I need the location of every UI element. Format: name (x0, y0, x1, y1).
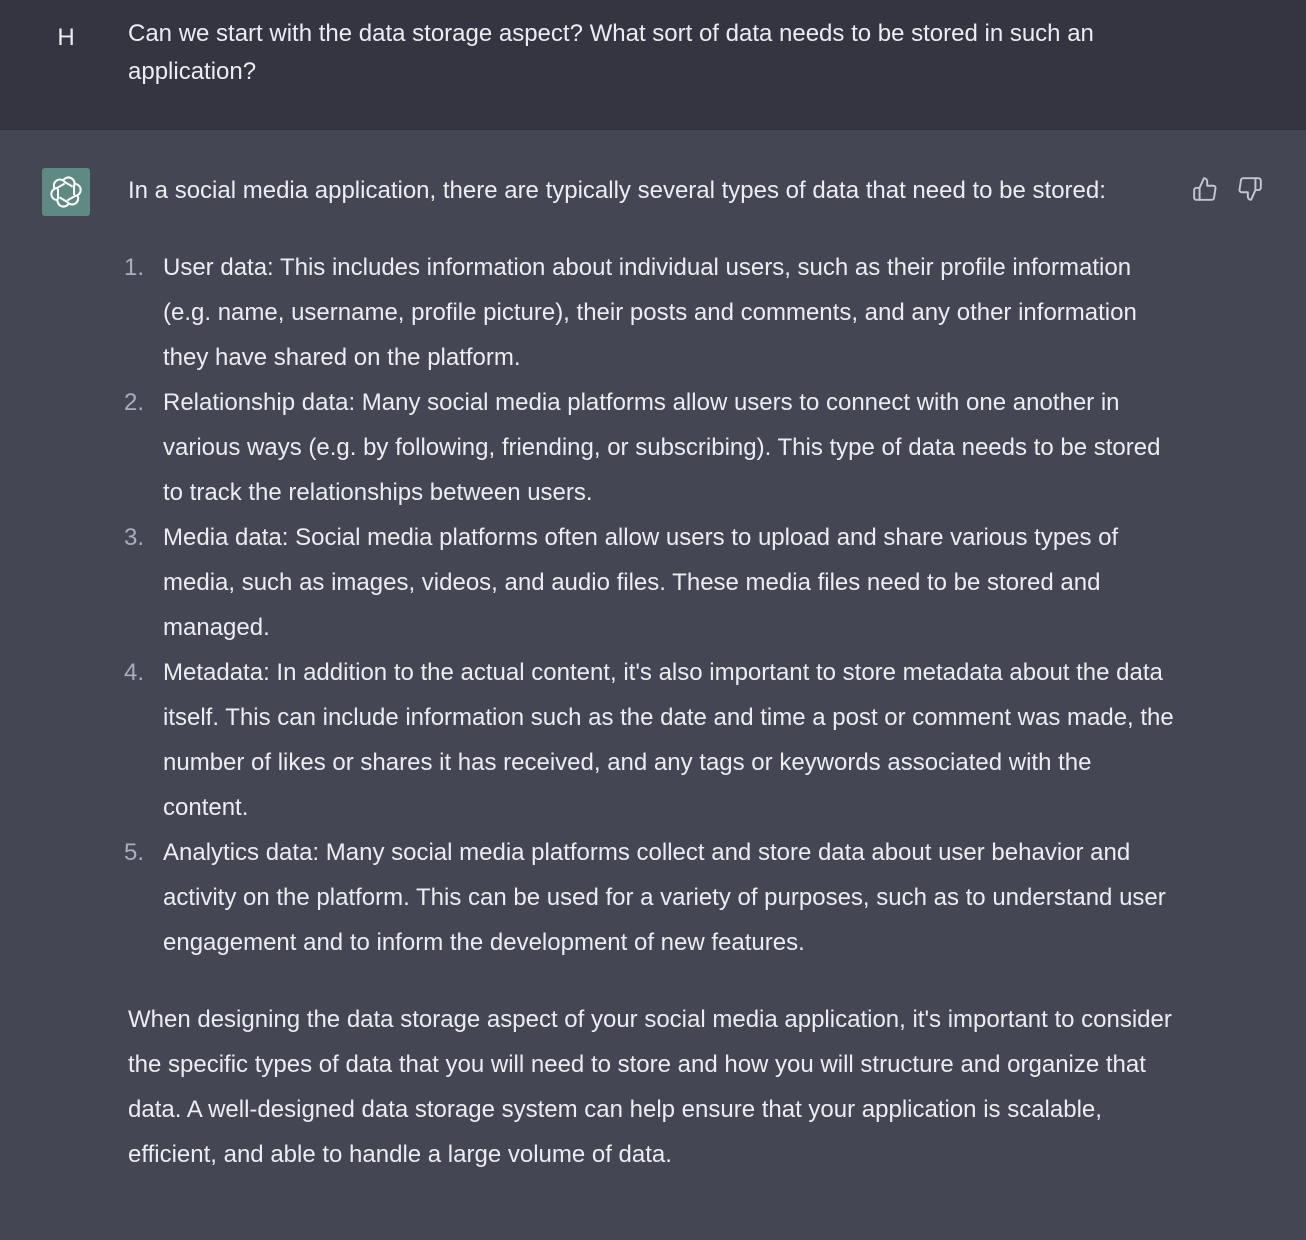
assistant-avatar (42, 168, 90, 216)
list-item: 5. Analytics data: Many social media pla… (124, 830, 1178, 965)
list-item-number: 4. (124, 659, 145, 686)
thumbs-up-icon (1193, 177, 1217, 201)
openai-logo-icon (50, 176, 82, 208)
list-item: 4. Metadata: In addition to the actual c… (124, 650, 1178, 830)
list-item-number: 3. (124, 524, 145, 551)
thumbs-up-button[interactable] (1190, 174, 1220, 204)
list-item-number: 5. (124, 839, 145, 866)
assistant-message-row: In a social media application, there are… (0, 130, 1306, 1240)
list-item-text: Relationship data: Many social media pla… (163, 389, 1161, 506)
list-item: 3. Media data: Social media platforms of… (124, 515, 1178, 650)
user-message-text: Can we start with the data storage aspec… (128, 20, 1094, 85)
list-item-text: Analytics data: Many social media platfo… (163, 839, 1166, 956)
user-avatar: H (57, 24, 75, 51)
data-types-list: 1. User data: This includes information … (124, 245, 1178, 965)
thumbs-down-icon (1238, 177, 1262, 201)
list-item-number: 1. (124, 254, 145, 281)
list-item-number: 2. (124, 389, 145, 416)
assistant-intro: In a social media application, there are… (128, 177, 1106, 204)
list-item: 1. User data: This includes information … (124, 245, 1178, 380)
list-item-text: User data: This includes information abo… (163, 254, 1137, 371)
list-item-text: Metadata: In addition to the actual cont… (163, 659, 1174, 821)
assistant-conclusion: When designing the data storage aspect o… (128, 1006, 1172, 1168)
assistant-message-content: In a social media application, there are… (124, 168, 1178, 1177)
list-item: 2. Relationship data: Many social media … (124, 380, 1178, 515)
list-item-text: Media data: Social media platforms often… (163, 524, 1119, 641)
thumbs-down-button[interactable] (1235, 174, 1265, 204)
user-message-row: H Can we start with the data storage asp… (0, 0, 1306, 130)
